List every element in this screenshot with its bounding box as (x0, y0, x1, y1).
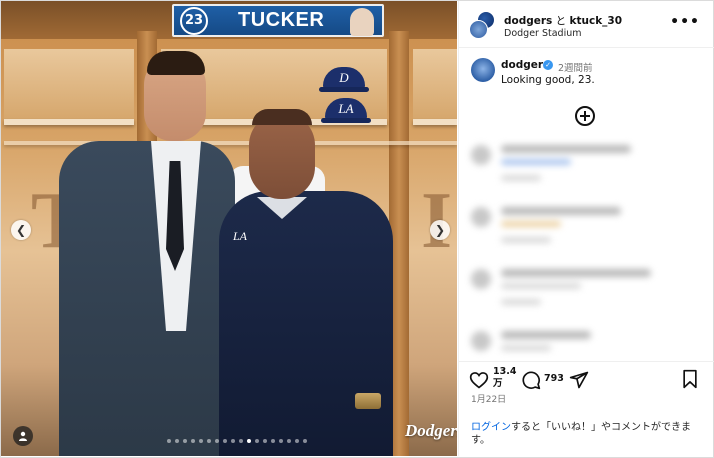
carousel-dot (175, 439, 179, 443)
login-prompt: ログインすると「いいね！」やコメントができます。 (471, 421, 703, 447)
comment-icon[interactable] (521, 370, 541, 390)
locker-nameplate: 23 TUCKER (172, 4, 384, 37)
chevron-left-icon: ❮ (15, 223, 27, 237)
locker-rod (4, 141, 457, 145)
post-side-panel: dodgers と ktuck_30 Dodger Stadium ••• do… (458, 1, 714, 456)
carousel-dot (271, 439, 275, 443)
carousel-dot (215, 439, 219, 443)
carousel-dot (263, 439, 267, 443)
carousel-dot (167, 439, 171, 443)
nameplate-headshot (350, 8, 374, 36)
carousel-dot (287, 439, 291, 443)
post-caption: dodgers ✓ 2週間前 Looking good, 23. (459, 53, 714, 93)
more-horizontal-icon: ••• (670, 14, 700, 30)
avatar[interactable] (471, 58, 495, 82)
nameplate-number: 23 (180, 6, 208, 35)
carousel-dot (303, 439, 307, 443)
author-link[interactable]: dodgers (504, 15, 552, 27)
share-icon[interactable] (569, 370, 589, 390)
carousel-dot (191, 439, 195, 443)
nameplate-name: TUCKER (238, 9, 325, 31)
post-header: dodgers と ktuck_30 Dodger Stadium ••• (459, 1, 714, 48)
previous-image-button[interactable]: ❮ (11, 220, 31, 240)
wrist-watch (355, 393, 381, 409)
person-hair (252, 109, 312, 125)
carousel-dot (231, 439, 235, 443)
comment-count[interactable]: 793 (544, 373, 564, 384)
like-count-number: 13.4 (493, 366, 517, 377)
jacket-logo: LA (233, 229, 248, 243)
locker-cubby (413, 49, 457, 119)
blurred-comments (465, 139, 705, 357)
avatar (469, 20, 488, 39)
carousel-dot (223, 439, 227, 443)
carousel-dot (279, 439, 283, 443)
person-in-suit (59, 141, 235, 456)
caption-time[interactable]: 2週間前 (558, 60, 593, 74)
carousel-dot (255, 439, 259, 443)
collab-avatars[interactable] (469, 11, 497, 39)
carousel-dot (199, 439, 203, 443)
author-link[interactable]: ktuck_30 (570, 15, 623, 27)
caption-text: Looking good, 23. (501, 74, 595, 86)
location-link[interactable]: Dodger Stadium (504, 28, 581, 39)
heart-icon[interactable] (469, 370, 489, 390)
carousel-dot (207, 439, 211, 443)
person-hair (147, 51, 205, 75)
dodgers-wordmark: Dodgers (405, 421, 457, 440)
carousel-dot (247, 439, 251, 443)
like-count-unit: 万 (493, 378, 503, 389)
bookmark-icon[interactable] (681, 369, 699, 389)
next-image-button[interactable]: ❯ (430, 220, 450, 240)
more-options-button[interactable]: ••• (670, 14, 700, 30)
carousel-dot (295, 439, 299, 443)
locker-cubby (4, 49, 134, 119)
post-actions: 13.4 万 793 1月22日 ログインすると「いいね！」やコメントができます… (459, 361, 714, 451)
like-count[interactable]: 13.4 万 (493, 366, 517, 390)
connector-text: と (555, 15, 567, 27)
chevron-right-icon: ❯ (434, 223, 446, 237)
tagged-users-button[interactable] (13, 426, 33, 446)
carousel-dot (183, 439, 187, 443)
login-link[interactable]: ログイン (471, 422, 511, 433)
carousel-indicator (167, 439, 307, 443)
load-more-comments-button[interactable] (575, 106, 595, 126)
locker-shelf (413, 119, 457, 125)
carousel-dot (239, 439, 243, 443)
post-photo[interactable]: T I 23 TUCKER D LA LA ❮ ❯ Dodgers (1, 1, 457, 456)
person-head (249, 113, 315, 199)
verified-badge-icon: ✓ (543, 60, 553, 70)
user-icon (19, 431, 27, 441)
locker-shelf (4, 119, 134, 125)
collab-authors: dodgers と ktuck_30 (504, 13, 622, 28)
post-date[interactable]: 1月22日 (471, 392, 506, 405)
